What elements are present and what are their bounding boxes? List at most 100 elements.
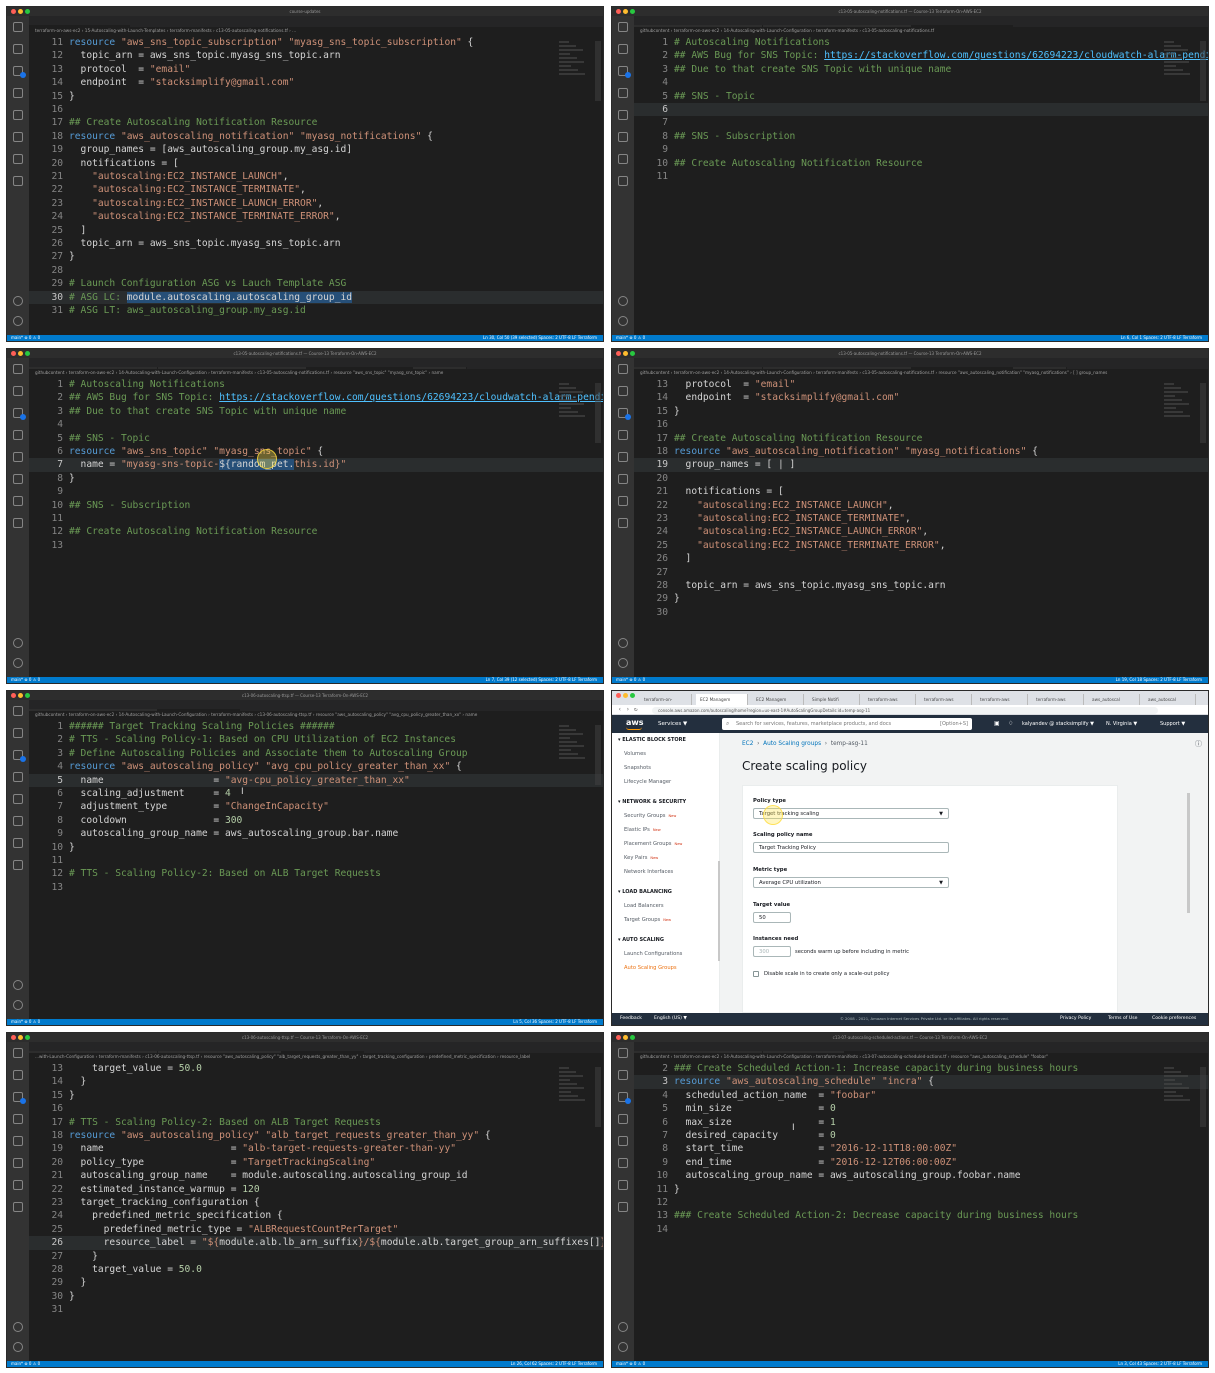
testing-icon[interactable]: [13, 1180, 23, 1190]
browser-tab[interactable]: EC2 Managem: [752, 694, 804, 705]
info-icon[interactable]: ⓘ: [1195, 739, 1202, 749]
settings-gear-icon[interactable]: [618, 1342, 628, 1352]
remote-explorer-icon[interactable]: [13, 1136, 23, 1146]
explorer-icon[interactable]: [618, 22, 628, 32]
vertical-scrollbar[interactable]: [595, 383, 601, 443]
settings-gear-icon[interactable]: [13, 316, 23, 326]
testing-icon[interactable]: [618, 154, 628, 164]
settings-gear-icon[interactable]: [618, 316, 628, 326]
status-right[interactable]: Ln 7, Col 39 (12 selected) Spaces: 2 UTF…: [486, 677, 597, 683]
minimap[interactable]: [1164, 383, 1194, 423]
browser-tab[interactable]: Simple Notifi: [808, 694, 860, 705]
sidebar-item[interactable]: Network Interfaces: [624, 869, 673, 875]
status-left[interactable]: main* ⊗ 0 ⚠ 0: [11, 335, 40, 340]
browser-tab[interactable]: terraform-aws: [920, 694, 972, 705]
run-debug-icon[interactable]: [618, 88, 628, 98]
testing-icon[interactable]: [618, 1180, 628, 1190]
language-select[interactable]: English (US) ▼: [654, 1013, 687, 1025]
docker-icon[interactable]: [618, 176, 628, 186]
sidebar-section-heading[interactable]: ▾ AUTO SCALING: [618, 937, 664, 943]
run-debug-icon[interactable]: [618, 1114, 628, 1124]
status-left[interactable]: main* ⊗ 0 ⚠ 0: [616, 335, 645, 340]
sidebar-item[interactable]: Volumes: [624, 751, 646, 757]
breadcrumb-auto-scaling-groups[interactable]: Auto Scaling groups: [763, 741, 821, 747]
account-menu[interactable]: kalyandev @ stacksimplify ▼: [1022, 715, 1094, 733]
url-input[interactable]: console.aws.amazon.com/autoscaling/home?…: [652, 707, 1158, 714]
warmup-seconds-input[interactable]: 300: [753, 946, 791, 957]
remote-explorer-icon[interactable]: [618, 452, 628, 462]
settings-gear-icon[interactable]: [13, 658, 23, 668]
status-left[interactable]: main* ⊗ 0 ⚠ 0: [11, 1361, 40, 1366]
explorer-icon[interactable]: [618, 1048, 628, 1058]
minimap[interactable]: [559, 41, 589, 81]
policy-name-input[interactable]: Target Tracking Policy: [753, 842, 949, 853]
explorer-icon[interactable]: [13, 364, 23, 374]
browser-tab[interactable]: terraform-aws: [1032, 694, 1084, 705]
vertical-scrollbar[interactable]: [1200, 1067, 1206, 1127]
status-left[interactable]: main* ⊗ 0 ⚠ 0: [616, 677, 645, 682]
back-icon[interactable]: ‹: [618, 706, 622, 713]
search-icon[interactable]: [618, 1070, 628, 1080]
privacy-link[interactable]: Privacy Policy: [1060, 1013, 1091, 1025]
sidebar-item[interactable]: Placement Groups New: [624, 841, 682, 847]
sidebar-item[interactable]: Elastic IPs New: [624, 827, 661, 833]
minimize-window-icon[interactable]: [623, 693, 628, 698]
status-right[interactable]: Ln 6, Col 1 Spaces: 2 UTF-8 LF Terraform: [1121, 335, 1202, 341]
cookie-preferences-link[interactable]: Cookie preferences: [1152, 1013, 1196, 1025]
minimap[interactable]: [1164, 41, 1194, 81]
account-icon[interactable]: [13, 638, 23, 648]
sidebar-item[interactable]: Load Balancers: [624, 903, 664, 909]
docker-icon[interactable]: [618, 1202, 628, 1212]
run-debug-icon[interactable]: [13, 772, 23, 782]
vertical-scrollbar[interactable]: [595, 41, 601, 101]
docker-icon[interactable]: [618, 518, 628, 528]
account-icon[interactable]: [618, 296, 628, 306]
extensions-icon[interactable]: [13, 132, 23, 142]
minimap[interactable]: [1164, 1067, 1194, 1107]
explorer-icon[interactable]: [13, 1048, 23, 1058]
status-left[interactable]: main* ⊗ 0 ⚠ 0: [11, 677, 40, 682]
explorer-icon[interactable]: [13, 706, 23, 716]
code-editor[interactable]: 1 # Autoscaling Notifications 2 ## AWS Bug …: [29, 377, 603, 677]
remote-explorer-icon[interactable]: [618, 110, 628, 120]
search-icon[interactable]: [618, 44, 628, 54]
docker-icon[interactable]: [13, 860, 23, 870]
code-editor[interactable]: 13 protocol = "email" 14 endpoint = "stac…: [634, 377, 1208, 677]
browser-tab[interactable]: EC2 Managem: [696, 694, 748, 705]
vertical-scrollbar[interactable]: [1200, 383, 1206, 443]
sidebar-section-heading[interactable]: ▾ NETWORK & SECURITY: [618, 799, 686, 805]
aws-logo[interactable]: aws: [626, 718, 644, 727]
status-right[interactable]: Ln 30, Col 50 (39 selected) Spaces: 2 UT…: [483, 335, 597, 341]
disable-scale-in-checkbox[interactable]: [753, 971, 759, 977]
region-menu[interactable]: N. Virginia ▼: [1106, 715, 1137, 733]
settings-gear-icon[interactable]: [13, 1342, 23, 1352]
code-editor[interactable]: 1 # Autoscaling Notifications 2 ## AWS Bug …: [634, 35, 1208, 335]
sidebar-item[interactable]: Lifecycle Manager: [624, 779, 671, 785]
sidebar-item[interactable]: Security Groups New: [624, 813, 676, 819]
status-right[interactable]: Ln 26, Col 62 Spaces: 2 UTF-8 LF Terrafo…: [511, 1361, 597, 1367]
code-editor[interactable]: 13 target_value = 50.0 14 } 15} 16 17 # TTS -…: [29, 1061, 603, 1361]
minimap[interactable]: [559, 383, 589, 423]
remote-explorer-icon[interactable]: [13, 794, 23, 804]
docker-icon[interactable]: [13, 176, 23, 186]
aws-search-input[interactable]: ⌕ Search for services, features, marketp…: [722, 718, 972, 730]
browser-tab[interactable]: terraform-on-: [640, 694, 692, 705]
vertical-scrollbar[interactable]: [595, 725, 601, 785]
run-debug-icon[interactable]: [13, 1114, 23, 1124]
docker-icon[interactable]: [13, 1202, 23, 1212]
testing-icon[interactable]: [618, 496, 628, 506]
target-value-input[interactable]: 50: [753, 912, 791, 923]
extensions-icon[interactable]: [618, 474, 628, 484]
search-icon[interactable]: [13, 44, 23, 54]
account-icon[interactable]: [618, 638, 628, 648]
extensions-icon[interactable]: [13, 474, 23, 484]
close-window-icon[interactable]: [616, 693, 621, 698]
browser-tab[interactable]: terraform-aws: [864, 694, 916, 705]
extensions-icon[interactable]: [618, 1158, 628, 1168]
extensions-icon[interactable]: [13, 816, 23, 826]
run-debug-icon[interactable]: [618, 430, 628, 440]
sidebar-item[interactable]: Snapshots: [624, 765, 651, 771]
browser-tab[interactable]: aws_autoscal: [1088, 694, 1140, 705]
remote-explorer-icon[interactable]: [618, 1136, 628, 1146]
explorer-icon[interactable]: [13, 22, 23, 32]
